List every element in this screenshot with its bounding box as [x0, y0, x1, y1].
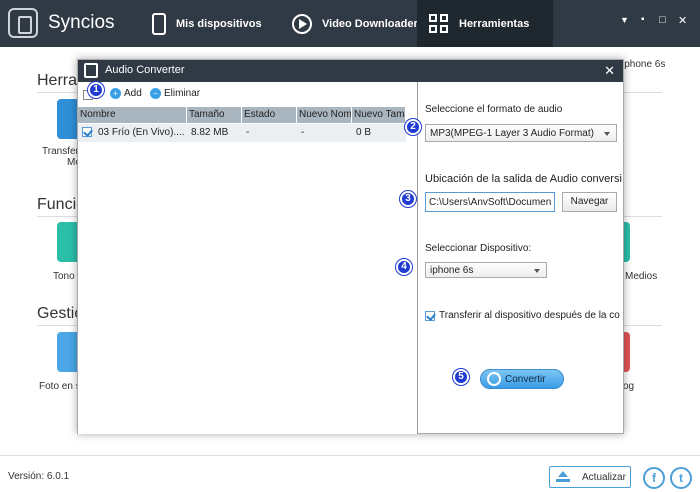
step-badge-5: 5: [453, 369, 469, 385]
cell-new-name: -: [301, 127, 305, 138]
table-header: Nombre Tamaño Estado Nuevo Nomb Nuevo Ta…: [78, 107, 406, 123]
format-label: Seleccione el formato de audio: [425, 104, 563, 115]
output-path-input[interactable]: [425, 192, 555, 212]
minimize-icon[interactable]: ▪: [641, 14, 645, 25]
syncios-logo-icon: [8, 8, 38, 38]
format-select[interactable]: MP3(MPEG-1 Layer 3 Audio Format): [425, 124, 617, 142]
settings-pane: Seleccione el formato de audio MP3(MPEG-…: [419, 82, 624, 434]
column-header-name[interactable]: Nombre: [78, 107, 187, 123]
add-icon: +: [110, 88, 121, 99]
cell-name-text: 03 Frío (En Vivo)....: [98, 127, 185, 138]
tools-grid-icon: [429, 13, 449, 34]
cell-name: 03 Frío (En Vivo)....: [78, 124, 187, 142]
twitter-icon[interactable]: t: [670, 467, 692, 489]
add-button[interactable]: + Add: [110, 88, 142, 99]
step-badge-2: 2: [405, 119, 421, 135]
chevron-down-icon: [604, 132, 610, 136]
maximize-icon[interactable]: □: [659, 14, 666, 26]
tool-label-ringtone: Tono: [53, 271, 75, 282]
nav-my-devices[interactable]: Mis dispositivos: [152, 0, 262, 47]
cell-new-size: 0 B: [356, 127, 372, 138]
cell-size: 8.82 MB: [191, 127, 229, 138]
delete-button-label: Eliminar: [164, 88, 201, 99]
device-select[interactable]: iphone 6s: [425, 262, 547, 278]
transfer-label: Transferir al dispositivo después de la …: [439, 310, 620, 321]
nav-tools[interactable]: Herramientas: [417, 0, 553, 47]
convert-button[interactable]: Convertir: [480, 369, 564, 389]
nav-video-downloader[interactable]: Video Downloader: [292, 0, 418, 47]
dialog-title: Audio Converter: [105, 64, 185, 76]
tool-label-log: og: [623, 381, 635, 392]
step-badge-3: 3: [400, 191, 416, 207]
device-name-label: iphone 6s: [622, 59, 666, 70]
browse-button[interactable]: Navegar: [562, 192, 617, 212]
chevron-down-icon: [534, 269, 540, 273]
delete-icon: −: [150, 88, 161, 99]
tool-label-media: Medios: [625, 271, 658, 282]
tool-label-transfer: Transfer: [42, 146, 79, 157]
version-label: Versión: 6.0.1: [8, 471, 70, 482]
column-header-new-name[interactable]: Nuevo Nomb: [297, 107, 352, 123]
step-badge-1: 1: [88, 82, 104, 98]
cell-status: -: [246, 127, 250, 138]
nav-my-devices-label: Mis dispositivos: [176, 17, 262, 30]
table-row[interactable]: 03 Frío (En Vivo).... 8.82 MB - - 0 B: [78, 124, 406, 142]
upload-icon: [556, 471, 570, 483]
dropdown-menu-icon[interactable]: ▼: [620, 15, 629, 25]
format-select-value: MP3(MPEG-1 Layer 3 Audio Format): [430, 127, 594, 139]
facebook-icon[interactable]: f: [643, 467, 665, 489]
file-toolbar: + Add − Eliminar: [78, 82, 418, 106]
nav-video-downloader-label: Video Downloader: [322, 17, 418, 30]
top-bar: Syncios Mis dispositivos Video Downloade…: [0, 0, 700, 47]
step-badge-4: 4: [396, 259, 412, 275]
app-title: Syncios: [48, 12, 115, 33]
refresh-icon: [487, 372, 501, 386]
ipod-icon: [84, 63, 98, 78]
dialog-titlebar: Audio Converter ✕: [78, 60, 623, 82]
column-header-status[interactable]: Estado: [242, 107, 297, 123]
update-button-label: Actualizar: [582, 471, 626, 483]
audio-converter-dialog: Audio Converter ✕ + Add − Eliminar Nombr…: [77, 59, 624, 434]
output-location-label: Ubicación de la salida de Audio conversi: [425, 173, 622, 185]
column-header-new-size[interactable]: Nuevo Tama: [352, 107, 406, 123]
add-button-label: Add: [124, 88, 142, 99]
row-checkbox[interactable]: [82, 127, 92, 138]
footer-divider: [0, 455, 700, 456]
tool-label-photo: Foto en s: [39, 381, 81, 392]
nav-tools-label: Herramientas: [459, 17, 530, 30]
phone-icon: [152, 12, 166, 35]
file-list-pane: + Add − Eliminar Nombre Tamaño Estado Nu…: [78, 82, 418, 434]
convert-button-label: Convertir: [505, 373, 546, 385]
column-header-size[interactable]: Tamaño: [187, 107, 242, 123]
delete-button[interactable]: − Eliminar: [150, 88, 200, 99]
dialog-close-icon[interactable]: ✕: [604, 63, 615, 79]
transfer-checkbox[interactable]: [425, 311, 435, 321]
section-heading-tools: Herra: [37, 72, 78, 89]
update-button[interactable]: Actualizar: [549, 466, 631, 488]
device-label: Seleccionar Dispositivo:: [425, 243, 532, 254]
device-select-value: iphone 6s: [430, 264, 474, 276]
close-icon[interactable]: ✕: [678, 14, 687, 27]
play-icon: [292, 13, 312, 34]
